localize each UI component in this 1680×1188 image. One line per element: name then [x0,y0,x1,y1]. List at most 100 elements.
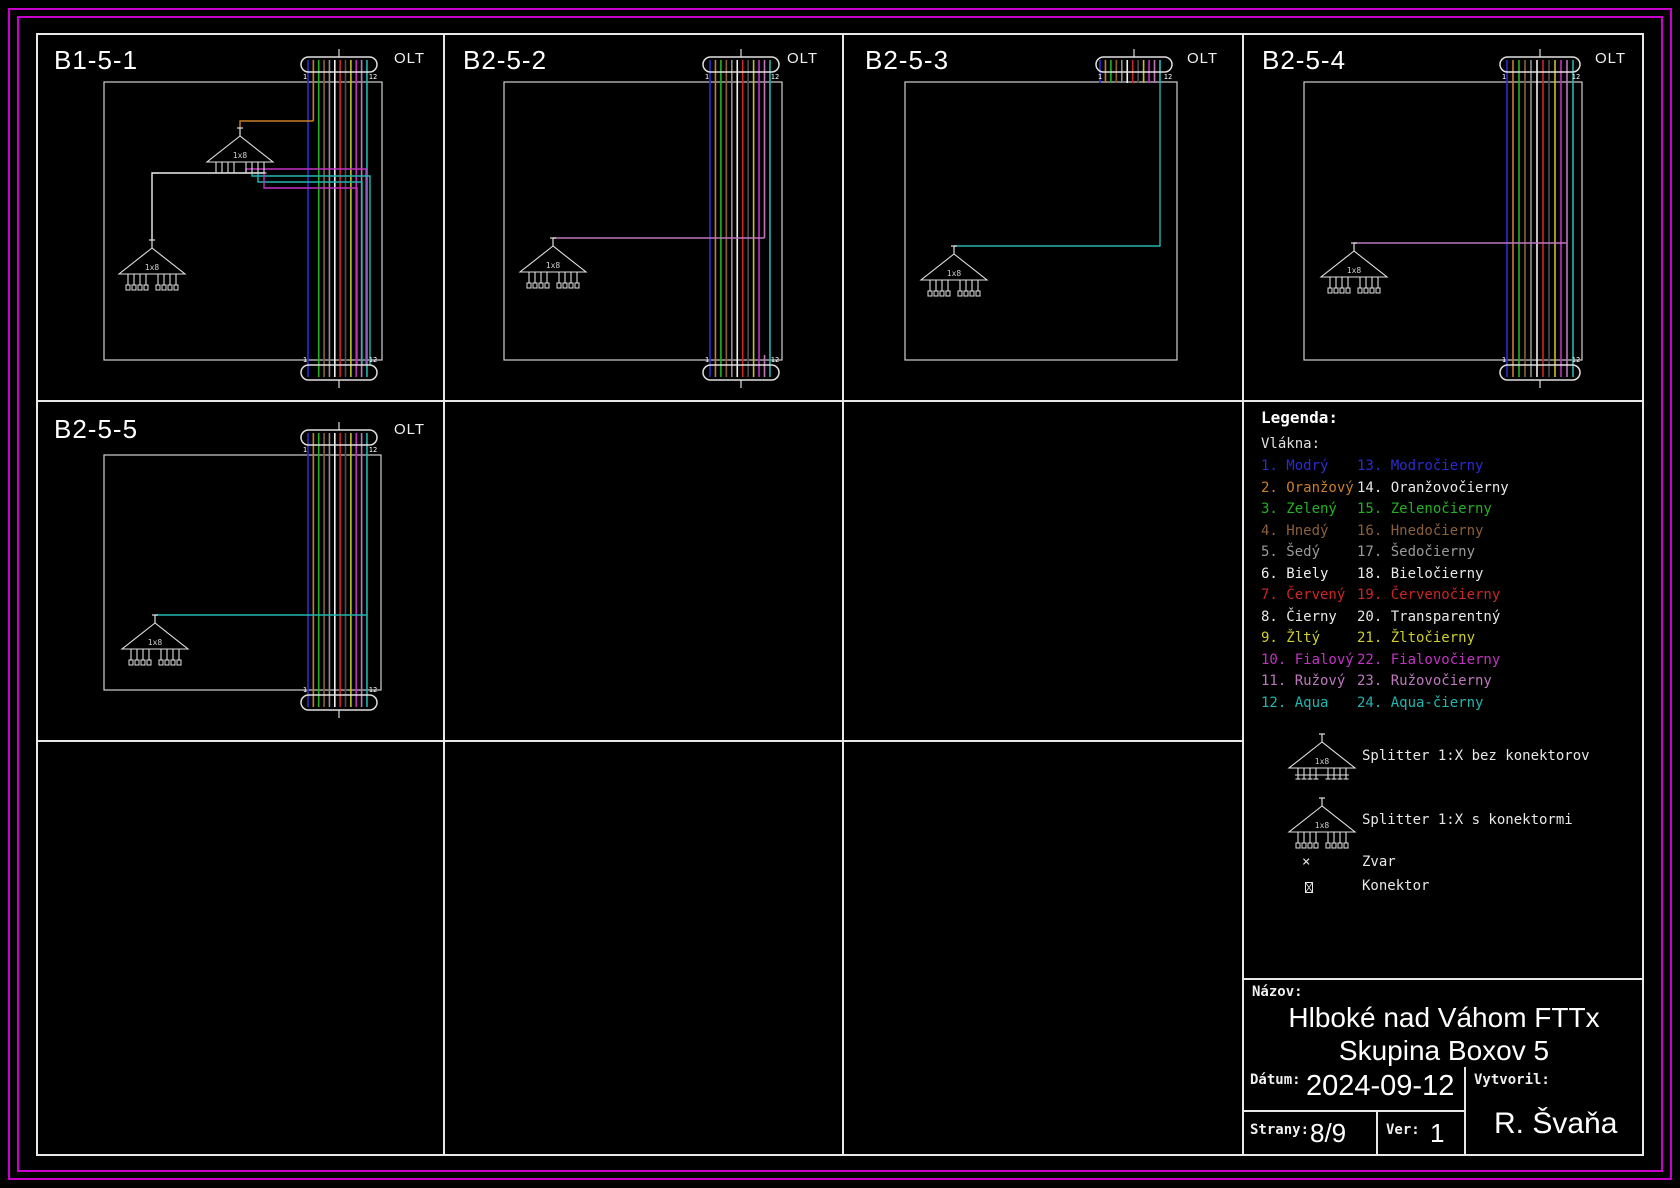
strany-value: 8/9 [1310,1118,1346,1149]
legend-fiber-name: 16. Hnedočierny [1357,523,1483,539]
legend-fiber-name: 6. Biely [1261,566,1357,582]
panel-title: B2-5-4 [1262,45,1346,76]
svg-text:1: 1 [1502,73,1506,81]
legend-symbol-label: Zvar [1362,854,1396,870]
svg-text:1x8: 1x8 [1315,821,1330,830]
panel-cell-b2-5-5: 1121121x8 B2-5-5 OLT [36,400,443,740]
svg-text:1x8: 1x8 [148,638,163,647]
legend-fiber-name: 13. Modročierny [1357,458,1483,474]
legend-fiber-row: 11. Ružový23. Ružovočierny [1261,673,1631,695]
legend-fiber-row: 4. Hnedý16. Hnedočierny [1261,523,1631,545]
splice-icon: × [1302,854,1310,870]
legend-fiber-name: 5. Šedý [1261,544,1357,560]
legend-fiber-row: 2. Oranžový14. Oranžovočierny [1261,480,1631,502]
svg-text:1x8: 1x8 [233,151,248,160]
svg-text:12: 12 [1164,73,1172,81]
legend-fiber-name: 11. Ružový [1261,673,1357,689]
strany-label: Strany: [1250,1122,1309,1138]
title-block-author-section: Vytvoril: R. Švaňa [1466,1067,1644,1154]
drawing-title-line2: Skupina Boxov 5 [1244,1035,1644,1067]
datum-value: 2024-09-12 [1306,1070,1454,1103]
panel-title: B2-5-5 [54,414,138,445]
legend-fiber-name: 1. Modrý [1261,458,1357,474]
title-block-name-section: Názov: Hlboké nad Váhom FTTx Skupina Box… [1244,980,1644,1067]
legend-fiber-name: 18. Bieločierny [1357,566,1483,582]
legend-item-konektor: Konektor [1244,880,1644,902]
legend-fiber-row: 7. Červený19. Červenočierny [1261,587,1631,609]
svg-text:12: 12 [771,356,779,364]
legend-fiber-row: 6. Biely18. Bieločierny [1261,566,1631,588]
panel-cell-b2-5-2: 1121121x8 B2-5-2 OLT [443,33,842,400]
svg-text:12: 12 [369,73,377,81]
svg-text:1: 1 [1502,356,1506,364]
svg-text:1: 1 [303,73,307,81]
legend-fiber-name: 20. Transparentný [1357,609,1500,625]
svg-text:12: 12 [771,73,779,81]
olt-label: OLT [1187,50,1218,67]
legend-fiber-list: 1. Modrý13. Modročierny2. Oranžový14. Or… [1261,458,1631,716]
legend-fiber-name: 23. Ružovočierny [1357,673,1492,689]
legend-fiber-name: 3. Zelený [1261,501,1357,517]
svg-text:1: 1 [705,356,709,364]
svg-text:1x8: 1x8 [1315,757,1330,766]
legend-fiber-name: 12. Aqua [1261,695,1357,711]
svg-text:1x8: 1x8 [145,263,160,272]
svg-text:1: 1 [1098,73,1102,81]
legend-fiber-row: 10. Fialový22. Fialovočierny [1261,652,1631,674]
nazov-label: Názov: [1252,984,1303,1000]
svg-text:1x8: 1x8 [947,269,962,278]
svg-text:12: 12 [369,356,377,364]
legend-subtitle: Vlákna: [1261,436,1320,452]
legend-fiber-row: 3. Zelený15. Zelenočierny [1261,501,1631,523]
legend-fiber-name: 24. Aqua-čierny [1357,695,1483,711]
vytvoril-value: R. Švaňa [1494,1107,1617,1141]
legend-fiber-name: 17. Šedočierny [1357,544,1475,560]
wiring-diagram-B2-5-3: 1 12 1x8 [842,33,1242,400]
olt-label: OLT [394,421,425,438]
connector-icon [1303,880,1315,899]
splitter-bare-icon: 1x8 [1272,730,1372,792]
ver-label: Ver: [1386,1122,1420,1138]
olt-label: OLT [1595,50,1626,67]
legend-fiber-name: 14. Oranžovočierny [1357,480,1509,496]
datum-label: Dátum: [1250,1072,1301,1088]
cad-drawing-page: 1121121x81x8 B1-5-1 OLT 1121121x8 B2-5-2… [0,0,1680,1188]
legend-fiber-name: 2. Oranžový [1261,480,1357,496]
drawing-title-line1: Hlboké nad Váhom FTTx [1244,1002,1644,1034]
panel-cell-b2-5-3: 1 12 1x8 B2-5-3 OLT [842,33,1242,400]
legend-fiber-row: 1. Modrý13. Modročierny [1261,458,1631,480]
splitter-connector-icon: 1x8 [1272,794,1372,856]
legend-fiber-row: 8. Čierny20. Transparentný [1261,609,1631,631]
wiring-diagram-B2-5-2: 1121121x8 [443,33,842,400]
legend-fiber-name: 9. Žltý [1261,630,1357,646]
title-block: Názov: Hlboké nad Váhom FTTx Skupina Box… [1244,978,1644,1154]
olt-label: OLT [394,50,425,67]
legend-fiber-name: 21. Žltočierny [1357,630,1475,646]
legend-fiber-row: 5. Šedý17. Šedočierny [1261,544,1631,566]
legend-fiber-name: 15. Zelenočierny [1357,501,1492,517]
wiring-diagram-B2-5-4: 1 12 1 12 1x8 [1242,33,1644,400]
svg-text:1: 1 [303,446,307,454]
panel-title: B2-5-3 [865,45,949,76]
wiring-diagram-B1-5-1: 1121121x81x8 [36,33,443,400]
title-block-pages-section: Strany: 8/9 [1244,1112,1378,1154]
svg-text:12: 12 [1572,356,1580,364]
svg-text:1x8: 1x8 [1347,266,1362,275]
panel-title: B2-5-2 [463,45,547,76]
panel-title: B1-5-1 [54,45,138,76]
wiring-diagram-B2-5-5: 1121121x8 [36,400,443,740]
legend-box: Legenda: Vlákna: 1. Modrý13. Modročierny… [1244,402,1644,978]
legend-fiber-name: 19. Červenočierny [1357,587,1500,603]
legend-fiber-name: 7. Červený [1261,587,1357,603]
grid-divider-horizontal-2 [36,740,1244,742]
svg-text:1x8: 1x8 [546,261,561,270]
legend-symbol-label: Splitter 1:X bez konektorov [1362,748,1590,764]
vytvoril-label: Vytvoril: [1474,1072,1550,1088]
title-block-version-section: Ver: 1 [1378,1112,1466,1154]
title-block-date-section: Dátum: 2024-09-12 [1244,1067,1466,1112]
panel-cell-b2-5-4: 1 12 1 12 1x8 B2-5-4 OLT [1242,33,1644,400]
legend-fiber-name: 8. Čierny [1261,609,1357,625]
svg-text:12: 12 [1572,73,1580,81]
olt-label: OLT [787,50,818,67]
legend-title: Legenda: [1261,408,1338,427]
